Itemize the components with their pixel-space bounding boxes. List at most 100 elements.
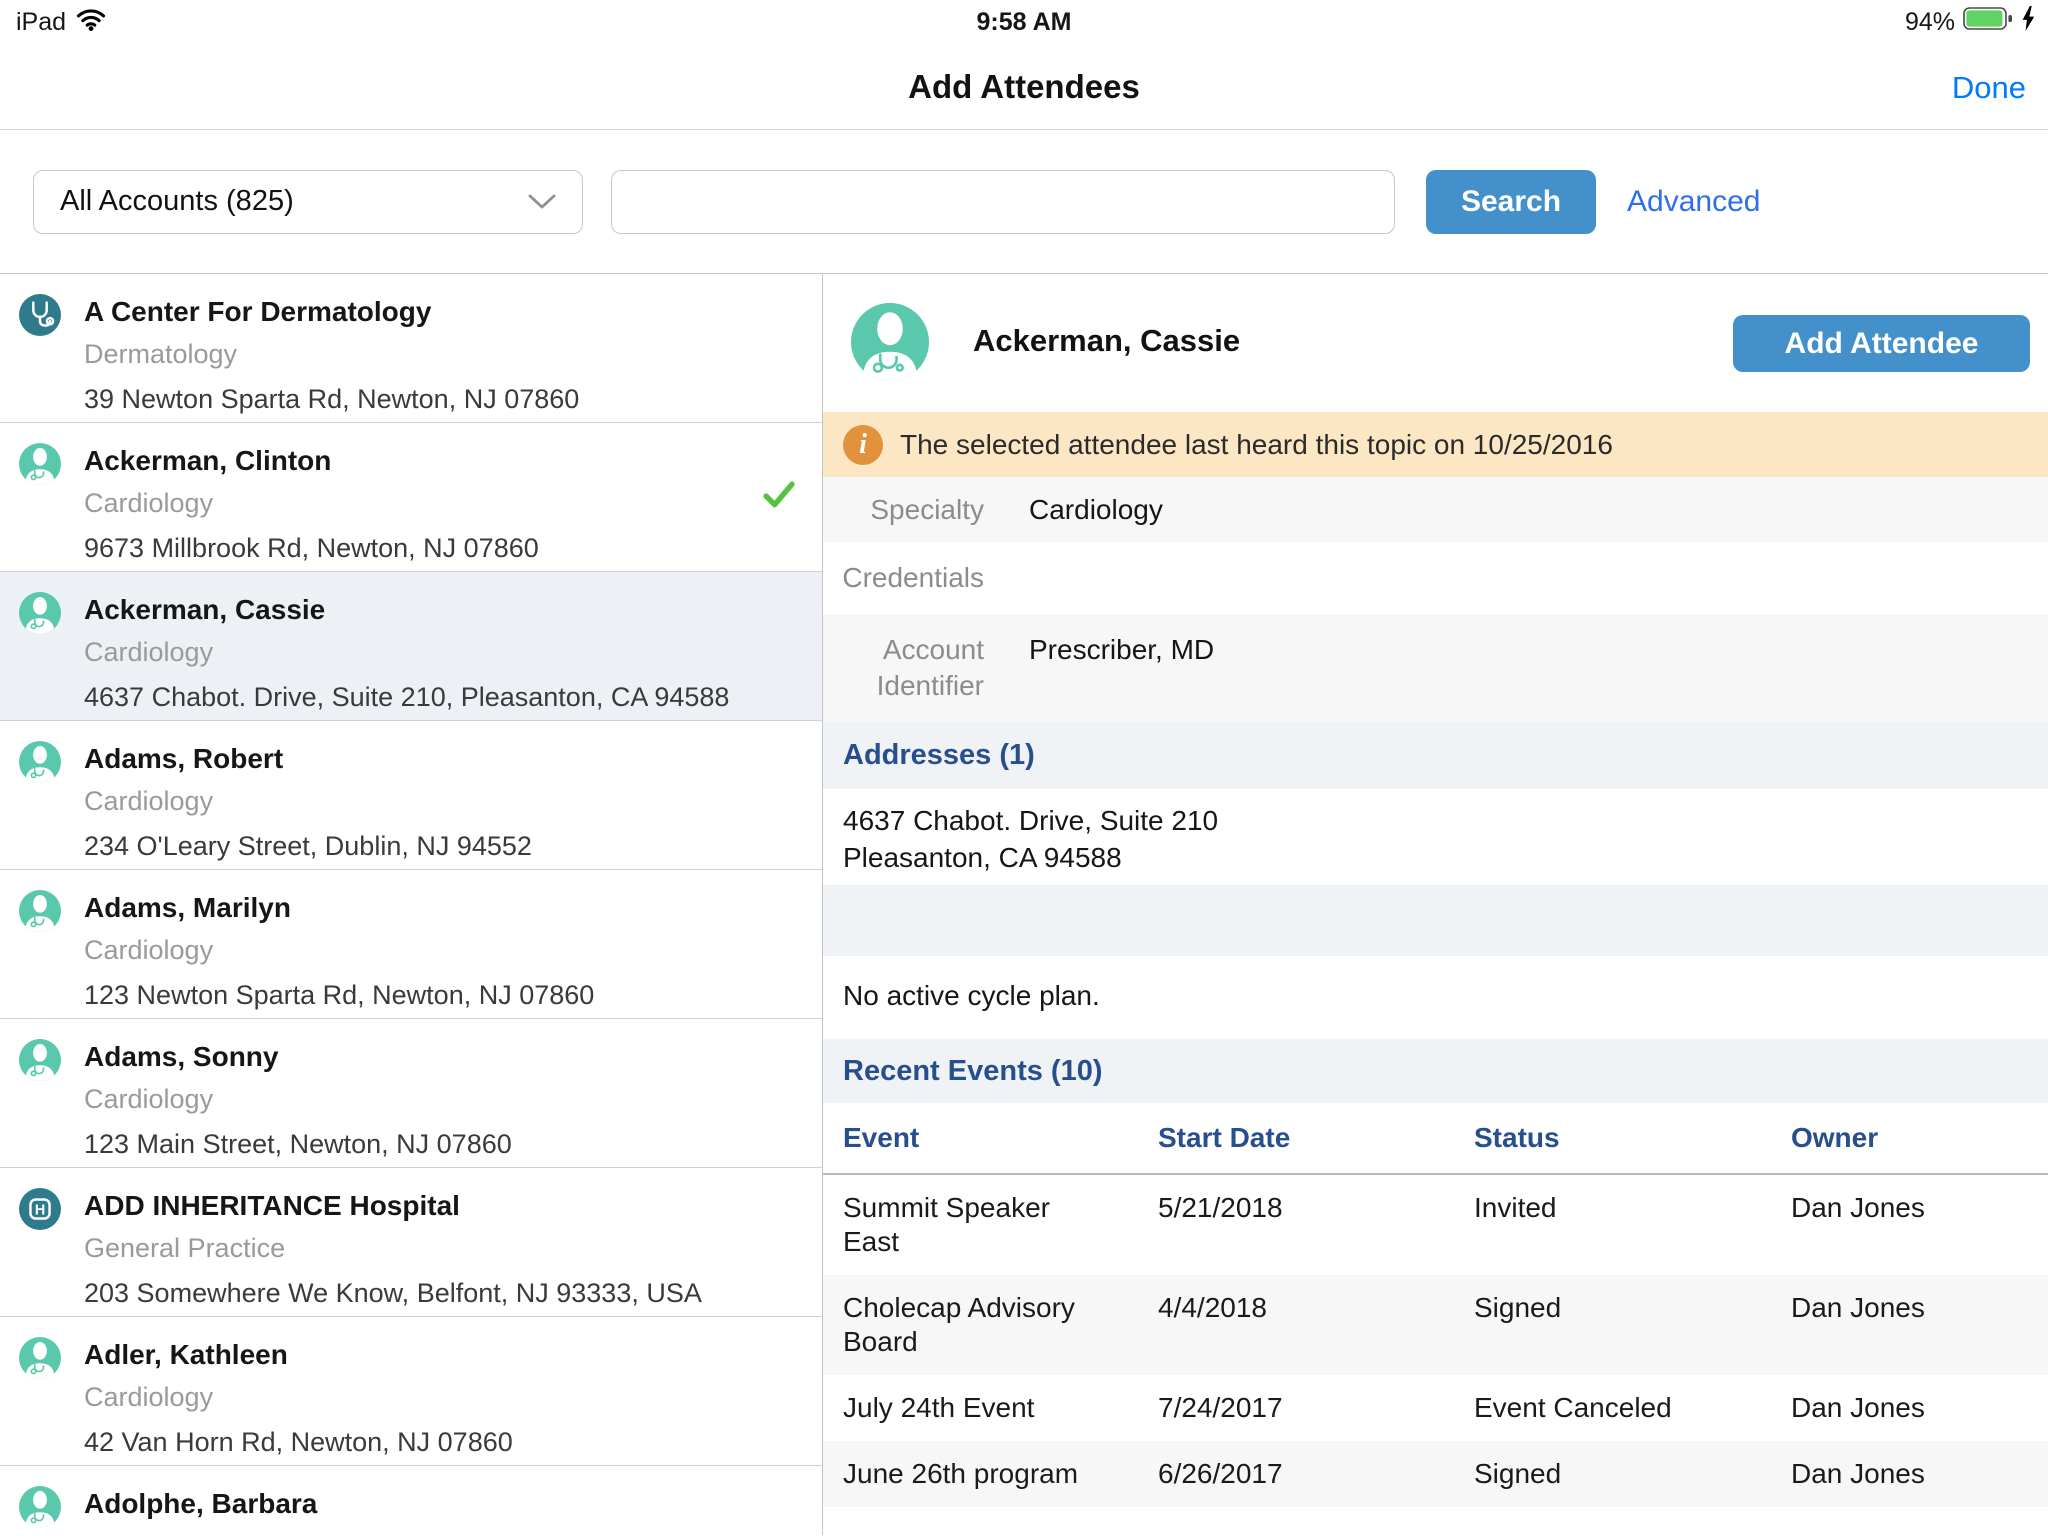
field-row-account-identifier: Account Identifier Prescriber, MD	[823, 614, 2048, 722]
account-name: A Center For Dermatology	[84, 295, 732, 329]
event-status: Invited	[1474, 1191, 1791, 1259]
doctor-avatar-icon	[19, 1486, 61, 1528]
event-start-date: 4/4/2018	[1158, 1291, 1474, 1359]
account-list[interactable]: A Center For Dermatology Dermatology 39 …	[0, 274, 823, 1535]
account-address: 123 Main Street, Newton, NJ 07860	[84, 1128, 732, 1160]
advanced-link[interactable]: Advanced	[1627, 185, 1760, 219]
account-specialty: Dermatology	[84, 338, 732, 370]
account-row-ackerman-clinton[interactable]: Ackerman, Clinton Cardiology 9673 Millbr…	[0, 423, 822, 572]
info-icon: i	[843, 425, 883, 465]
doctor-avatar-icon	[19, 443, 61, 485]
done-button[interactable]: Done	[1952, 70, 2026, 106]
clock: 9:58 AM	[0, 8, 2048, 37]
event-name: Cholecap Advisory Board	[843, 1291, 1088, 1359]
account-specialty: Cardiology	[84, 1083, 732, 1115]
address-line-1: 4637 Chabot. Drive, Suite 210	[843, 802, 2048, 839]
doctor-avatar-icon	[19, 890, 61, 932]
status-bar: iPad 9:58 AM 94%	[0, 0, 2048, 44]
event-owner: Dan Jones	[1791, 1191, 2048, 1259]
account-row-adams-sonny[interactable]: Adams, Sonny Cardiology 123 Main Street,…	[0, 1019, 822, 1168]
doctor-avatar-icon	[19, 1337, 61, 1379]
chevron-down-icon	[528, 185, 556, 218]
account-row-adler-kathleen[interactable]: Adler, Kathleen Cardiology 42 Van Horn R…	[0, 1317, 822, 1466]
event-row-july-24th-event[interactable]: July 24th Event 7/24/2017 Event Canceled…	[823, 1375, 2048, 1441]
account-specialty: Cardiology	[84, 487, 732, 519]
account-filter-dropdown[interactable]: All Accounts (825)	[33, 170, 583, 234]
account-row-adams-marilyn[interactable]: Adams, Marilyn Cardiology 123 Newton Spa…	[0, 870, 822, 1019]
hospital-icon: H	[19, 1188, 61, 1230]
specialty-label: Specialty	[823, 492, 984, 528]
account-name: Ackerman, Clinton	[84, 444, 732, 478]
account-name: Ackerman, Cassie	[84, 593, 732, 627]
event-row-summit-speaker-east[interactable]: Summit Speaker East 5/21/2018 Invited Da…	[823, 1175, 2048, 1275]
account-specialty: Cardiology	[84, 1381, 732, 1413]
account-row-ackerman-cassie[interactable]: Ackerman, Cassie Cardiology 4637 Chabot.…	[0, 572, 822, 721]
account-address: 4637 Chabot. Drive, Suite 210, Pleasanto…	[84, 681, 732, 713]
col-owner: Owner	[1791, 1122, 2048, 1154]
battery-percent: 94%	[1905, 8, 1955, 37]
attendee-name: Ackerman, Cassie	[973, 323, 1240, 359]
account-row-adams-robert[interactable]: Adams, Robert Cardiology 234 O'Leary Str…	[0, 721, 822, 870]
banner-text: The selected attendee last heard this to…	[900, 429, 1613, 461]
event-row-cholecap-advisory-board[interactable]: Cholecap Advisory Board 4/4/2018 Signed …	[823, 1275, 2048, 1375]
doctor-avatar-icon	[851, 303, 929, 381]
account-name: Adams, Robert	[84, 742, 732, 776]
account-row-adolphe-barbara[interactable]: Adolphe, Barbara	[0, 1466, 822, 1535]
account-address: 42 Van Horn Rd, Newton, NJ 07860	[84, 1426, 732, 1458]
col-start-date: Start Date	[1158, 1122, 1474, 1154]
event-name: Summit Speaker East	[843, 1191, 1088, 1259]
recent-events-section-header: Recent Events (10)	[823, 1039, 2048, 1103]
specialty-value: Cardiology	[1029, 492, 1163, 528]
topic-info-banner: i The selected attendee last heard this …	[823, 412, 2048, 477]
account-name: Adams, Marilyn	[84, 891, 732, 925]
page-title: Add Attendees	[0, 68, 2048, 106]
detail-header: Ackerman, Cassie Add Attendee	[823, 274, 2048, 412]
account-name: ADD INHERITANCE Hospital	[84, 1189, 732, 1223]
svg-text:H: H	[35, 1203, 45, 1219]
nav-bar: Add Attendees Done	[0, 44, 2048, 130]
event-start-date: 5/21/2018	[1158, 1191, 1474, 1259]
doctor-avatar-icon	[19, 741, 61, 783]
event-owner: Dan Jones	[1791, 1291, 2048, 1359]
event-status: Event Canceled	[1474, 1391, 1791, 1425]
event-status: Signed	[1474, 1457, 1791, 1491]
address-block: 4637 Chabot. Drive, Suite 210 Pleasanton…	[823, 789, 2048, 885]
event-start-date: 6/26/2017	[1158, 1457, 1474, 1491]
col-status: Status	[1474, 1122, 1791, 1154]
account-identifier-label: Account Identifier	[823, 632, 984, 704]
account-name: Adams, Sonny	[84, 1040, 732, 1074]
account-specialty: Cardiology	[84, 934, 732, 966]
event-row-june-26th-program[interactable]: June 26th program 6/26/2017 Signed Dan J…	[823, 1441, 2048, 1507]
charging-bolt-icon	[2021, 6, 2036, 38]
account-specialty: Cardiology	[84, 785, 732, 817]
attendee-detail-panel[interactable]: Ackerman, Cassie Add Attendee i The sele…	[823, 274, 2048, 1535]
search-button[interactable]: Search	[1426, 170, 1596, 234]
event-name: July 24th Event	[843, 1391, 1088, 1425]
addresses-section-header: Addresses (1)	[823, 722, 2048, 789]
stethoscope-icon	[19, 294, 61, 336]
account-identifier-value: Prescriber, MD	[1029, 632, 1214, 668]
event-start-date: 7/24/2017	[1158, 1391, 1474, 1425]
cycle-plan-text: No active cycle plan.	[823, 956, 2048, 1039]
event-owner: Dan Jones	[1791, 1457, 2048, 1491]
doctor-avatar-icon	[19, 1039, 61, 1081]
battery-icon	[1963, 7, 2013, 37]
event-name: June 26th program	[843, 1457, 1088, 1491]
event-owner: Dan Jones	[1791, 1391, 2048, 1425]
account-address: 39 Newton Sparta Rd, Newton, NJ 07860	[84, 383, 732, 415]
doctor-avatar-icon	[19, 592, 61, 634]
credentials-label: Credentials	[823, 560, 984, 596]
account-name: Adler, Kathleen	[84, 1338, 732, 1372]
account-name: Adolphe, Barbara	[84, 1487, 732, 1521]
account-address: 123 Newton Sparta Rd, Newton, NJ 07860	[84, 979, 732, 1011]
check-icon	[762, 481, 796, 514]
search-input[interactable]	[611, 170, 1395, 234]
account-address: 234 O'Leary Street, Dublin, NJ 94552	[84, 830, 732, 862]
cycle-plans-section-band	[823, 885, 2048, 956]
account-row-a-center-for-dermatology[interactable]: A Center For Dermatology Dermatology 39 …	[0, 274, 822, 423]
account-specialty: General Practice	[84, 1232, 732, 1264]
events-table-header: Event Start Date Status Owner	[823, 1103, 2048, 1175]
add-attendee-button[interactable]: Add Attendee	[1733, 315, 2030, 372]
field-row-credentials: Credentials	[823, 542, 2048, 614]
account-row-add-inheritance-hospital[interactable]: H ADD INHERITANCE Hospital General Pract…	[0, 1168, 822, 1317]
